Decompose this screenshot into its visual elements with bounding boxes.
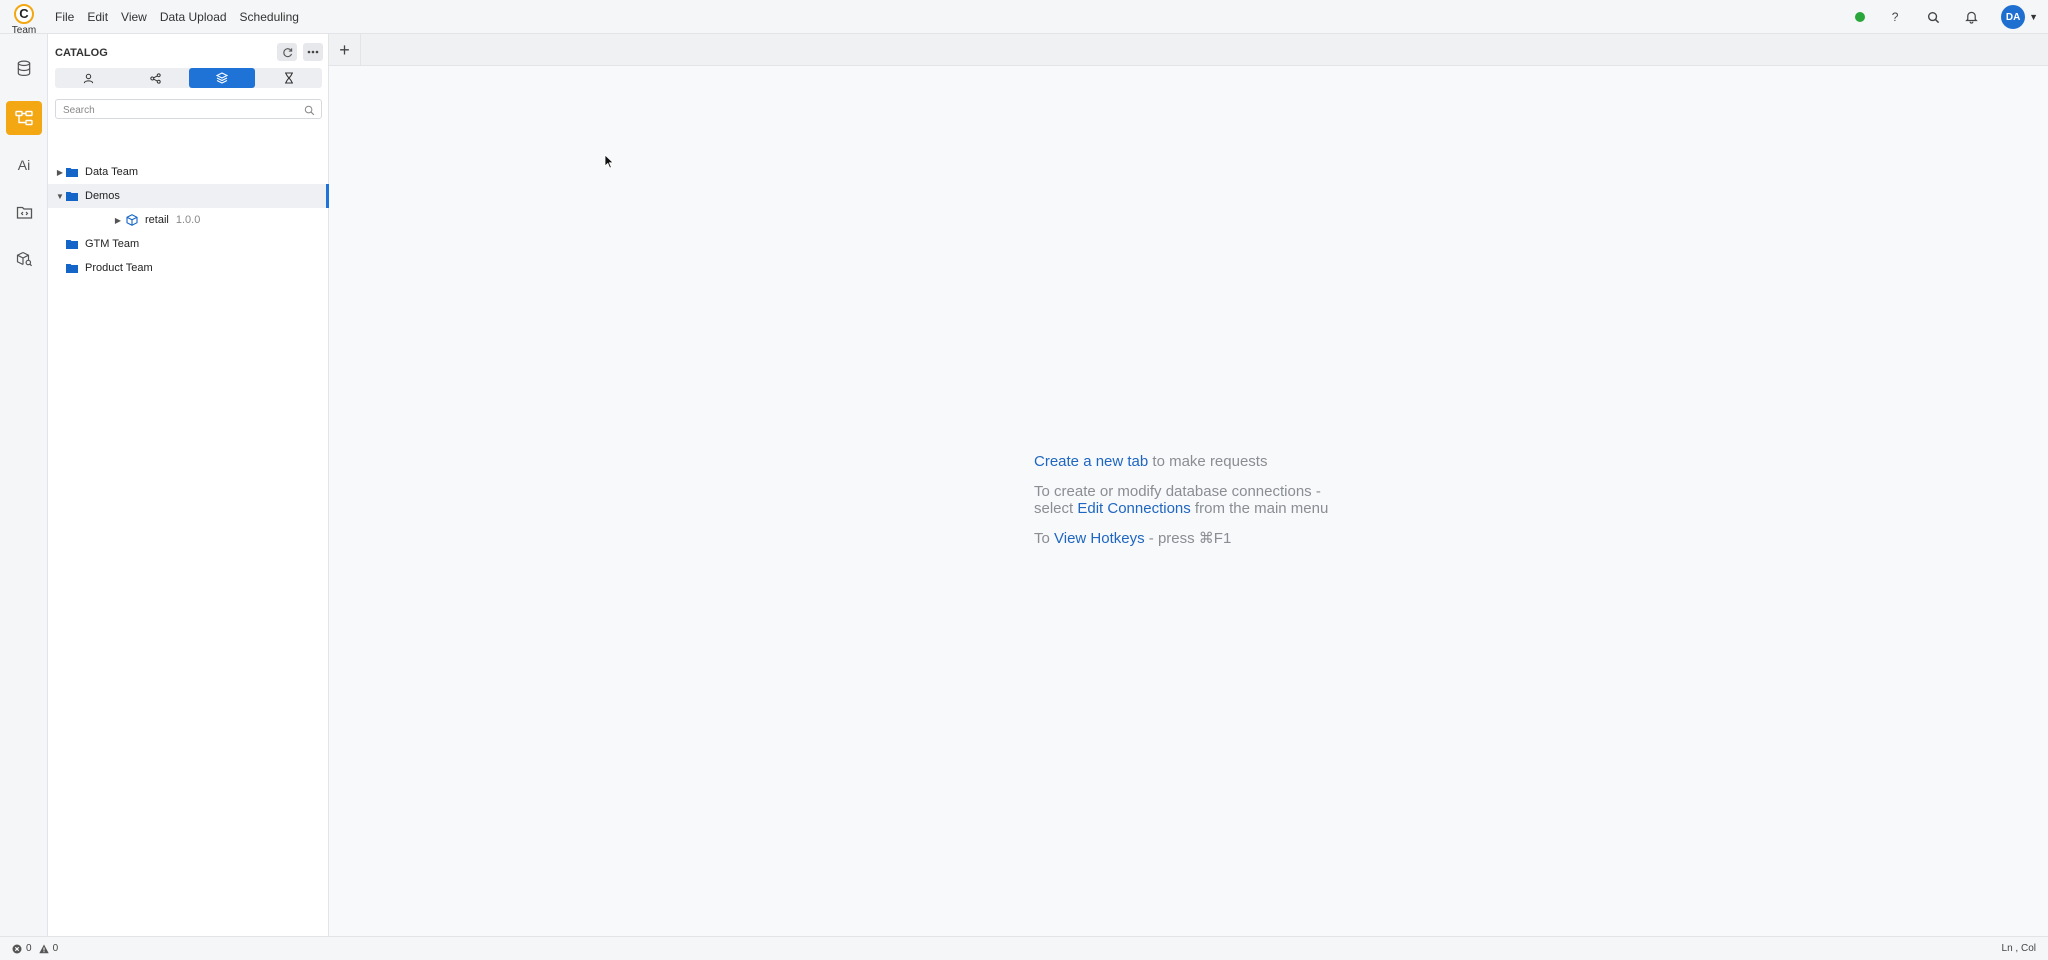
edit-connections-link[interactable]: Edit Connections [1077,500,1190,517]
folder-icon [66,240,78,249]
user-menu[interactable]: DA ▼ [2001,5,2038,29]
status-bar: 0 0 Ln , Col [0,936,2048,960]
help-icon[interactable]: ? [1887,9,1903,25]
refresh-icon [282,47,292,57]
notification-bell-icon[interactable] [1963,9,1979,25]
catalog-header: CATALOG [55,43,323,63]
warning-icon [38,944,49,953]
hint-text: - press ⌘F1 [1144,530,1232,547]
app-logo[interactable]: C Team [8,2,40,38]
tab-catalog[interactable] [188,68,256,88]
lineage-icon [15,110,33,126]
search-input[interactable] [56,101,286,120]
search-icon[interactable] [1925,9,1941,25]
hint-text: to make requests [1148,453,1268,470]
chevron-right-icon[interactable]: ▶ [112,216,124,225]
rail-databases[interactable] [6,51,42,85]
tree-item-label: Data Team [85,166,138,178]
rail-packages[interactable] [6,242,42,276]
package-icon [126,214,138,226]
menu-edit[interactable]: Edit [87,10,108,24]
folder-icon [66,192,78,201]
code-folder-icon [16,206,32,219]
more-horizontal-icon [307,50,319,54]
search-icon[interactable] [304,103,315,121]
view-hotkeys-link[interactable]: View Hotkeys [1054,530,1145,547]
more-options-button[interactable] [303,43,323,61]
tree-item-retail[interactable]: ▶ retail 1.0.0 [48,208,329,232]
menu-view[interactable]: View [121,10,147,24]
ai-icon: Ai [17,157,31,173]
tree-item-demos[interactable]: ▼ Demos [48,184,329,208]
editor-tab-strip: + [329,34,2048,66]
refresh-button[interactable] [277,43,297,61]
create-new-tab-link[interactable]: Create a new tab [1034,453,1148,470]
empty-state-hints: Create a new tab to make requests To cre… [1034,453,1328,560]
tree-item-product-team[interactable]: Product Team [48,256,329,280]
tab-personal[interactable] [55,68,122,88]
tree-item-label: Demos [85,190,120,202]
main-menu: File Edit View Data Upload Scheduling [55,0,299,34]
error-count: 0 [26,943,32,954]
rail-catalog[interactable] [6,101,42,135]
hint-connections: To create or modify database connections… [1034,483,1328,517]
hint-text: To [1034,530,1055,547]
chevron-right-icon[interactable]: ▶ [54,168,66,177]
catalog-panel: CATALOG ▶ Data Team [48,34,329,936]
folder-icon [66,168,78,177]
hint-hotkeys: To View Hotkeys - press ⌘F1 [1034,530,1328,547]
top-right-controls: ? DA ▼ [1855,0,2038,34]
tab-shared[interactable] [122,68,189,88]
logo-icon: C [14,4,34,24]
hint-text: from the main menu [1190,500,1329,517]
menu-scheduling[interactable]: Scheduling [240,10,299,24]
catalog-tree: ▶ Data Team ▼ Demos ▶ retail 1.0.0 GTM T… [48,160,329,280]
cursor-position: Ln , Col [2001,943,2036,954]
version-badge: 1.0.0 [175,214,201,226]
tree-item-label: retail [145,214,169,226]
layers-icon [215,72,228,84]
left-rail: Ai [0,34,48,936]
hint-text: select [1034,500,1078,517]
menu-file[interactable]: File [55,10,74,24]
package-search-icon [16,251,32,267]
connection-status-icon [1855,12,1866,22]
hint-new-tab: Create a new tab to make requests [1034,453,1328,470]
folder-icon [66,264,78,273]
catalog-view-switcher [55,68,322,88]
catalog-title: CATALOG [55,47,108,59]
error-icon [12,944,22,953]
add-tab-button[interactable]: + [329,34,361,66]
rail-ai[interactable]: Ai [6,148,42,182]
tree-item-gtm-team[interactable]: GTM Team [48,232,329,256]
tab-history[interactable] [255,68,322,88]
avatar: DA [2001,5,2026,29]
user-icon [83,73,94,83]
warning-count: 0 [52,943,59,954]
top-bar: C Team File Edit View Data Upload Schedu… [0,0,2048,36]
editor-empty-area: Create a new tab to make requests To cre… [329,66,2048,936]
chevron-down-icon: ▼ [2029,12,2038,22]
tree-item-data-team[interactable]: ▶ Data Team [48,160,329,184]
database-icon [17,60,31,76]
catalog-search [55,99,322,121]
hourglass-icon [284,72,293,84]
tree-item-label: GTM Team [85,238,140,250]
mouse-cursor-icon [604,154,614,169]
hint-text: To create or modify database connections… [1034,483,1321,500]
menu-data-upload[interactable]: Data Upload [160,10,227,24]
problems-indicator[interactable]: 0 0 [12,943,58,954]
rail-scripts[interactable] [6,195,42,229]
chevron-down-icon[interactable]: ▼ [54,192,66,201]
tree-item-label: Product Team [85,262,153,274]
share-icon [149,72,161,84]
